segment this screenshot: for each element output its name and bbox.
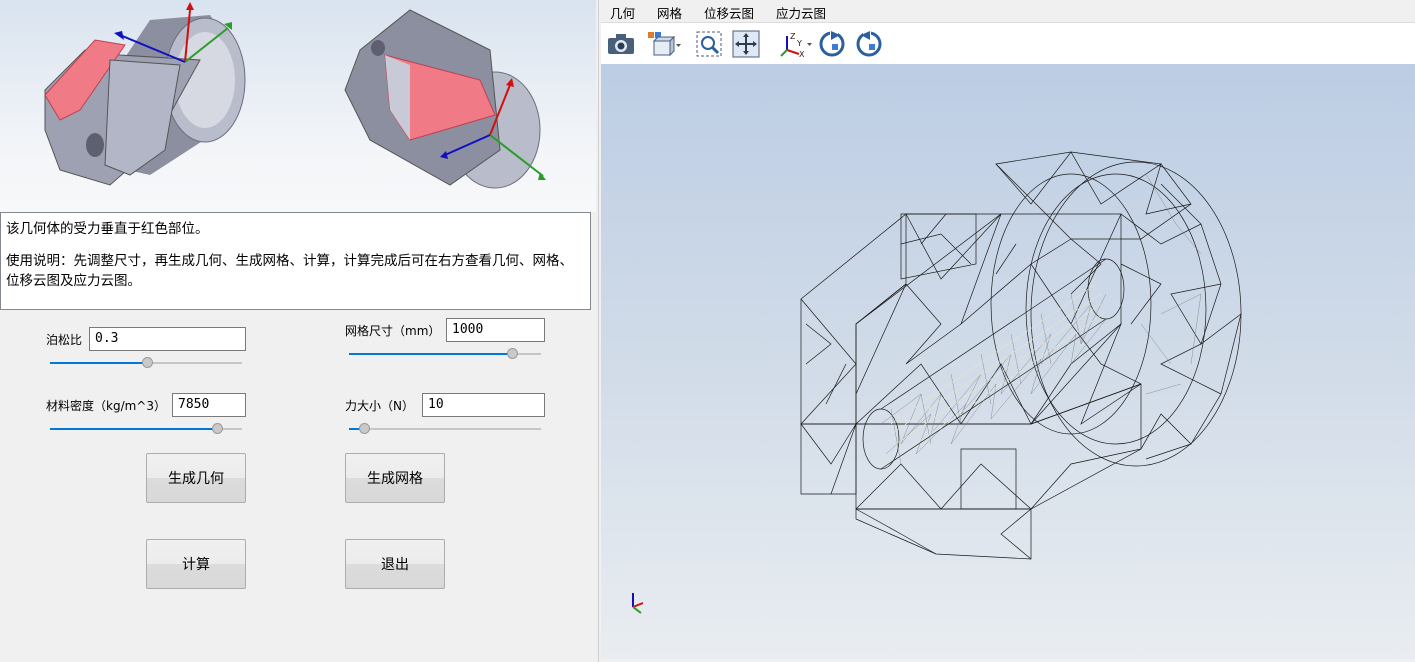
force-input[interactable]: 10: [422, 393, 545, 417]
generate-geometry-button[interactable]: 生成几何: [146, 453, 246, 503]
generate-mesh-button[interactable]: 生成网格: [345, 453, 445, 503]
poisson-slider[interactable]: [50, 356, 242, 370]
svg-text:Z: Z: [790, 32, 796, 41]
axes-triad-icon: [632, 593, 644, 614]
tab-geometry[interactable]: 几何: [599, 0, 646, 22]
mesh-size-label: 网格尺寸（mm）: [345, 324, 441, 338]
density-slider[interactable]: [50, 422, 242, 436]
axes-orientation-icon[interactable]: ZYX: [777, 29, 813, 59]
view-tabs: 几何 网格 位移云图 应力云图: [599, 0, 1415, 22]
mesh-size-slider[interactable]: [349, 347, 541, 361]
poisson-input[interactable]: 0.3: [89, 327, 246, 351]
svg-text:Y: Y: [796, 39, 802, 48]
view-cube-icon[interactable]: [646, 29, 682, 59]
compute-button[interactable]: 计算: [146, 539, 246, 589]
viewer-toolbar: ZYX: [601, 22, 1415, 64]
camera-icon[interactable]: [606, 29, 636, 59]
part-preview-back-image: [344, 9, 546, 189]
force-label: 力大小（N）: [345, 399, 414, 413]
force-slider[interactable]: [349, 422, 541, 436]
tab-stress[interactable]: 应力云图: [765, 0, 837, 22]
part-preview-front-image: [44, 2, 246, 186]
rotate-ccw-icon[interactable]: [854, 29, 884, 59]
density-label: 材料密度（kg/m^3）: [46, 399, 166, 413]
tab-mesh[interactable]: 网格: [646, 0, 693, 22]
rotate-cw-icon[interactable]: [817, 29, 847, 59]
viewer-panel: 几何 网格 位移云图 应力云图 ZYX: [598, 0, 1415, 662]
description-line-2: 使用说明：先调整尺寸，再生成几何、生成网格、计算，计算完成后可在右方查看几何、网…: [6, 253, 573, 289]
density-slider-thumb[interactable]: [212, 423, 223, 434]
3d-viewport[interactable]: [601, 64, 1415, 659]
tab-displacement[interactable]: 位移云图: [693, 0, 765, 22]
poisson-label: 泊松比: [46, 333, 83, 347]
description-box: 该几何体的受力垂直于红色部位。 使用说明：先调整尺寸，再生成几何、生成网格、计算…: [0, 212, 591, 310]
left-panel: 该几何体的受力垂直于红色部位。 使用说明：先调整尺寸，再生成几何、生成网格、计算…: [0, 0, 596, 662]
poisson-slider-thumb[interactable]: [142, 357, 153, 368]
exit-button[interactable]: 退出: [345, 539, 445, 589]
svg-text:X: X: [799, 50, 805, 58]
pan-icon[interactable]: [731, 29, 761, 59]
mesh-wireframe-image: [800, 151, 1242, 560]
mesh-size-input[interactable]: 1000: [446, 318, 545, 342]
description-line-1: 该几何体的受力垂直于红色部位。: [6, 221, 209, 237]
force-slider-thumb[interactable]: [359, 423, 370, 434]
zoom-box-icon[interactable]: [694, 29, 724, 59]
mesh-size-slider-thumb[interactable]: [507, 348, 518, 359]
geometry-preview: [0, 0, 596, 212]
density-input[interactable]: 7850: [172, 393, 246, 417]
